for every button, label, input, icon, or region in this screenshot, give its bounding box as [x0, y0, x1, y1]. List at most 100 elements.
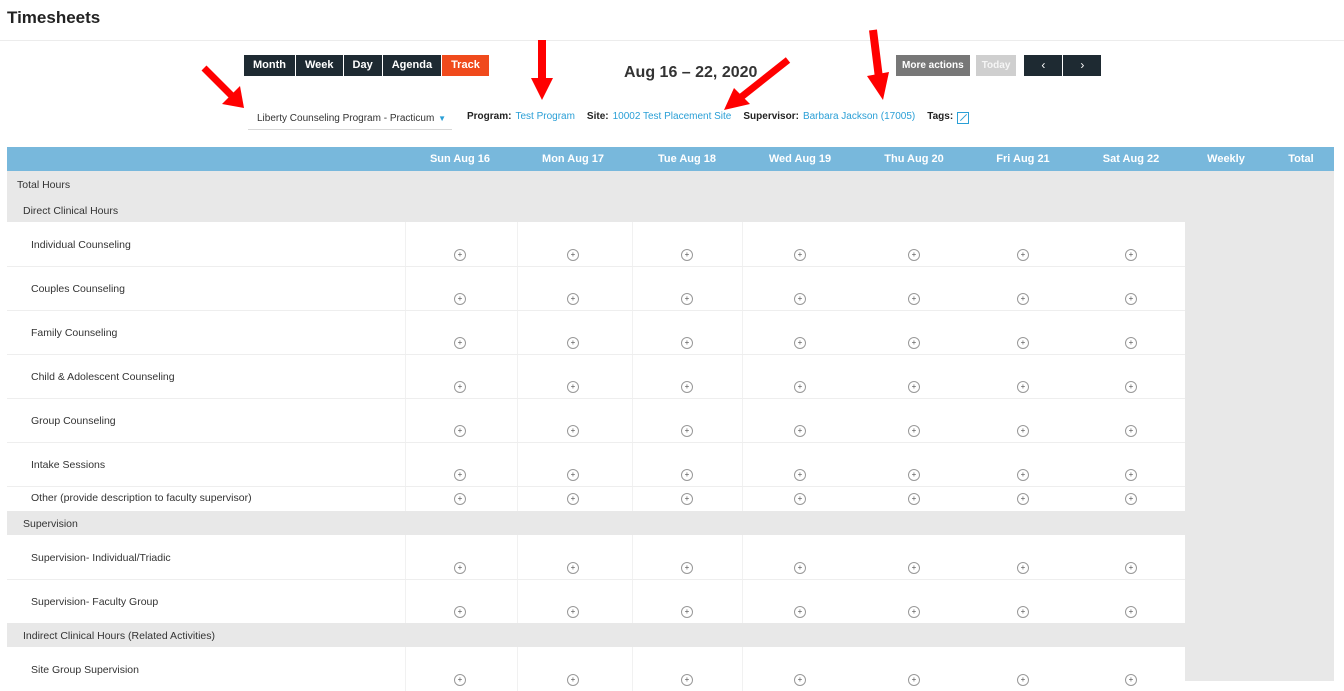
add-hours-button[interactable]: +	[567, 674, 579, 686]
add-hours-button[interactable]: +	[794, 425, 806, 437]
add-hours-button[interactable]: +	[454, 249, 466, 261]
supervisor-link[interactable]: Barbara Jackson (17005)	[803, 111, 915, 123]
add-hours-button[interactable]: +	[681, 493, 693, 505]
add-hours-button[interactable]: +	[1017, 381, 1029, 393]
add-hours-button[interactable]: +	[567, 606, 579, 618]
add-hours-button[interactable]: +	[1125, 469, 1137, 481]
add-hours-button[interactable]: +	[794, 381, 806, 393]
activity-row-label: Individual Counseling	[31, 239, 131, 251]
grid-header: Sun Aug 16 Mon Aug 17 Tue Aug 18 Wed Aug 19…	[7, 147, 1334, 171]
add-hours-button[interactable]: +	[794, 562, 806, 574]
add-hours-button[interactable]: +	[908, 469, 920, 481]
section-label: Indirect Clinical Hours (Related Activit…	[23, 630, 215, 642]
add-hours-button[interactable]: +	[1017, 337, 1029, 349]
day-view-button[interactable]: Day	[343, 55, 383, 76]
add-hours-button[interactable]: +	[454, 562, 466, 574]
column-header: Tue Aug 18	[657, 153, 717, 165]
add-hours-button[interactable]: +	[794, 606, 806, 618]
add-hours-button[interactable]: +	[1125, 562, 1137, 574]
add-hours-button[interactable]: +	[908, 562, 920, 574]
row-divider	[7, 354, 1185, 355]
add-hours-button[interactable]: +	[454, 293, 466, 305]
add-hours-button[interactable]: +	[908, 293, 920, 305]
agenda-view-button[interactable]: Agenda	[382, 55, 443, 76]
add-hours-button[interactable]: +	[1125, 381, 1137, 393]
edit-tags-icon[interactable]	[957, 112, 970, 124]
next-week-button[interactable]: ›	[1063, 55, 1102, 76]
add-hours-button[interactable]: +	[454, 674, 466, 686]
program-link[interactable]: Test Program	[515, 111, 574, 123]
row-divider	[7, 310, 1185, 311]
add-hours-button[interactable]: +	[1017, 493, 1029, 505]
add-hours-button[interactable]: +	[794, 469, 806, 481]
add-hours-button[interactable]: +	[1017, 562, 1029, 574]
add-hours-button[interactable]: +	[794, 293, 806, 305]
add-hours-button[interactable]: +	[681, 293, 693, 305]
add-hours-button[interactable]: +	[567, 381, 579, 393]
add-hours-button[interactable]: +	[454, 606, 466, 618]
activity-row-label: Family Counseling	[31, 327, 118, 339]
add-hours-button[interactable]: +	[681, 674, 693, 686]
add-hours-button[interactable]: +	[1125, 606, 1137, 618]
add-hours-button[interactable]: +	[567, 562, 579, 574]
more-actions-button[interactable]: More actions	[896, 55, 970, 76]
add-hours-button[interactable]: +	[681, 469, 693, 481]
add-hours-button[interactable]: +	[908, 674, 920, 686]
column-divider	[405, 647, 406, 691]
add-hours-button[interactable]: +	[567, 493, 579, 505]
add-hours-button[interactable]: +	[1017, 469, 1029, 481]
add-hours-button[interactable]: +	[454, 337, 466, 349]
calendar-actions: More actions Today ‹ ›	[896, 55, 1102, 76]
today-button[interactable]: Today	[975, 55, 1017, 76]
week-view-button[interactable]: Week	[295, 55, 344, 76]
add-hours-button[interactable]: +	[567, 425, 579, 437]
add-hours-button[interactable]: +	[681, 562, 693, 574]
add-hours-button[interactable]: +	[454, 381, 466, 393]
add-hours-button[interactable]: +	[681, 337, 693, 349]
add-hours-button[interactable]: +	[1125, 493, 1137, 505]
add-hours-button[interactable]: +	[908, 425, 920, 437]
add-hours-button[interactable]: +	[1125, 293, 1137, 305]
column-header: Wed Aug 19	[768, 153, 832, 165]
add-hours-button[interactable]: +	[454, 493, 466, 505]
add-hours-button[interactable]: +	[908, 249, 920, 261]
program-select[interactable]: Liberty Counseling Program - Practicum ▼	[248, 108, 452, 130]
add-hours-button[interactable]: +	[681, 425, 693, 437]
activity-row-label: Site Group Supervision	[31, 664, 139, 676]
arrow-program-link-icon	[531, 40, 553, 100]
prev-week-button[interactable]: ‹	[1024, 55, 1064, 76]
add-hours-button[interactable]: +	[454, 469, 466, 481]
add-hours-button[interactable]: +	[1125, 674, 1137, 686]
site-link[interactable]: 10002 Test Placement Site	[613, 111, 732, 123]
add-hours-button[interactable]: +	[681, 249, 693, 261]
section-label: Direct Clinical Hours	[23, 205, 119, 217]
activity-row-label: Child & Adolescent Counseling	[31, 371, 175, 383]
add-hours-button[interactable]: +	[1017, 674, 1029, 686]
add-hours-button[interactable]: +	[794, 249, 806, 261]
add-hours-button[interactable]: +	[1125, 249, 1137, 261]
add-hours-button[interactable]: +	[908, 381, 920, 393]
track-view-button[interactable]: Track	[442, 55, 489, 76]
row-divider	[7, 398, 1185, 399]
add-hours-button[interactable]: +	[794, 493, 806, 505]
month-view-button[interactable]: Month	[244, 55, 296, 76]
add-hours-button[interactable]: +	[908, 337, 920, 349]
row-divider	[7, 442, 1185, 443]
add-hours-button[interactable]: +	[794, 337, 806, 349]
add-hours-button[interactable]: +	[567, 469, 579, 481]
add-hours-button[interactable]: +	[1125, 337, 1137, 349]
add-hours-button[interactable]: +	[908, 493, 920, 505]
add-hours-button[interactable]: +	[681, 606, 693, 618]
add-hours-button[interactable]: +	[1017, 425, 1029, 437]
add-hours-button[interactable]: +	[681, 381, 693, 393]
add-hours-button[interactable]: +	[794, 674, 806, 686]
add-hours-button[interactable]: +	[908, 606, 920, 618]
add-hours-button[interactable]: +	[454, 425, 466, 437]
add-hours-button[interactable]: +	[1017, 293, 1029, 305]
add-hours-button[interactable]: +	[567, 249, 579, 261]
add-hours-button[interactable]: +	[1017, 606, 1029, 618]
add-hours-button[interactable]: +	[1017, 249, 1029, 261]
add-hours-button[interactable]: +	[1125, 425, 1137, 437]
add-hours-button[interactable]: +	[567, 293, 579, 305]
add-hours-button[interactable]: +	[567, 337, 579, 349]
